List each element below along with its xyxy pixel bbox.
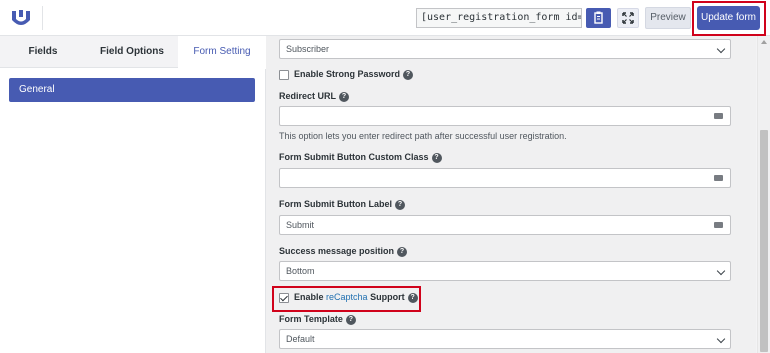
- chevron-down-icon: [716, 44, 726, 54]
- help-icon[interactable]: ?: [345, 314, 356, 325]
- scrollbar-thumb[interactable]: [760, 130, 768, 352]
- autofill-key-icon: [714, 175, 723, 181]
- form-template-value: Default: [286, 334, 315, 344]
- autofill-key-icon: [714, 222, 723, 228]
- form-template-heading: Form Template?: [279, 314, 356, 325]
- update-button-highlight: [692, 1, 766, 36]
- custom-class-heading: Form Submit Button Custom Class?: [279, 152, 442, 163]
- sidebar-tabs: Fields Field Options Form Setting: [0, 36, 266, 69]
- autofill-key-icon: [714, 113, 723, 119]
- redirect-url-input[interactable]: [279, 106, 731, 126]
- chevron-down-icon: [716, 266, 726, 276]
- redirect-url-heading: Redirect URL?: [279, 91, 350, 102]
- button-label-label: Form Submit Button Label: [279, 199, 392, 209]
- header-divider: [42, 6, 43, 30]
- help-icon[interactable]: ?: [431, 152, 442, 163]
- copy-shortcode-button[interactable]: [586, 8, 611, 28]
- user-registration-logo-icon[interactable]: [10, 8, 32, 28]
- custom-class-input[interactable]: [279, 168, 731, 188]
- help-icon[interactable]: ?: [395, 199, 405, 210]
- help-icon[interactable]: ?: [403, 69, 414, 80]
- strong-password-checkbox[interactable]: [279, 69, 289, 80]
- default-role-select[interactable]: Subscriber: [279, 39, 731, 59]
- custom-class-label: Form Submit Button Custom Class: [279, 152, 429, 162]
- help-icon[interactable]: ?: [397, 246, 408, 257]
- scroll-up-arrow-icon[interactable]: [761, 40, 767, 44]
- strong-password-label: Enable Strong Password: [294, 69, 401, 79]
- preview-button[interactable]: Preview: [645, 7, 691, 29]
- button-label-value: Submit: [286, 220, 315, 230]
- redirect-url-label: Redirect URL: [279, 91, 337, 101]
- chevron-down-icon: [716, 334, 726, 344]
- strong-password-row[interactable]: Enable Strong Password?: [279, 69, 414, 80]
- builder-sidebar: Fields Field Options Form Setting Genera…: [0, 36, 266, 353]
- scrollbar[interactable]: [757, 36, 770, 353]
- recaptcha-highlight: [272, 286, 421, 312]
- sidebar-item-general[interactable]: General: [9, 78, 255, 102]
- top-bar: [user_registration_form id="5"] Preview …: [0, 0, 770, 36]
- tab-fields[interactable]: Fields: [0, 36, 86, 68]
- clipboard-icon: [594, 11, 603, 24]
- success-position-heading: Success message position?: [279, 246, 408, 257]
- fullscreen-button[interactable]: [617, 8, 639, 28]
- redirect-url-hint: This option lets you enter redirect path…: [279, 131, 567, 141]
- success-position-label: Success message position: [279, 246, 395, 256]
- tab-form-setting[interactable]: Form Setting: [178, 36, 266, 69]
- success-position-select[interactable]: Bottom: [279, 261, 731, 281]
- default-role-value: Subscriber: [286, 44, 330, 54]
- form-template-label: Form Template: [279, 314, 343, 324]
- tab-field-options[interactable]: Field Options: [86, 36, 178, 68]
- success-position-value: Bottom: [286, 266, 315, 276]
- form-template-select[interactable]: Default: [279, 329, 731, 349]
- help-icon[interactable]: ?: [339, 91, 350, 102]
- button-label-heading: Form Submit Button Label?: [279, 199, 405, 210]
- button-label-input[interactable]: Submit: [279, 215, 731, 235]
- shortcode-field[interactable]: [user_registration_form id="5"]: [416, 8, 582, 28]
- fullscreen-icon: [622, 12, 634, 24]
